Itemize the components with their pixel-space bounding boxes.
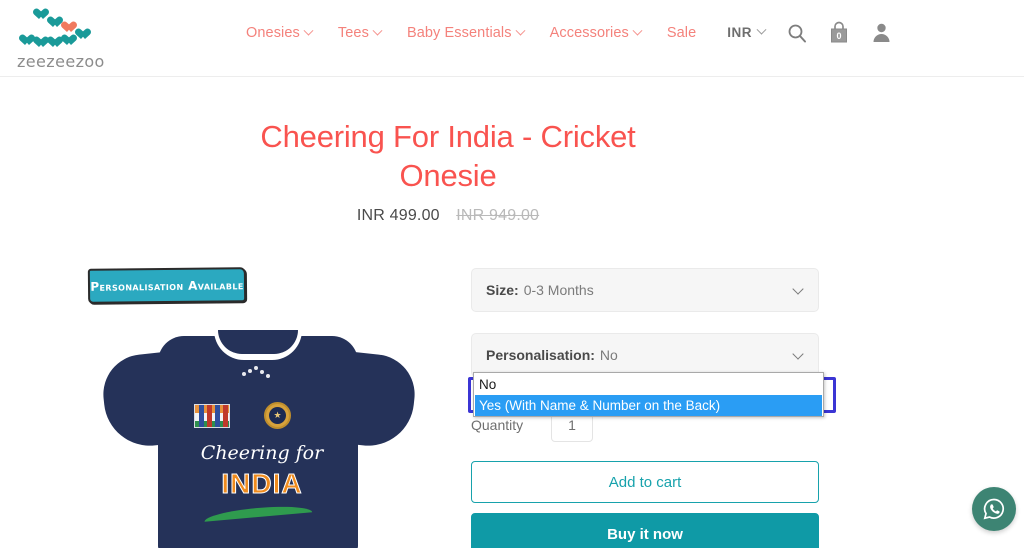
price-current: INR 499.00	[356, 207, 440, 224]
nav-label: Onesies	[246, 25, 300, 41]
collar-inner	[218, 330, 298, 354]
chevron-down-icon	[303, 25, 314, 36]
product-form: Size: 0-3 Months Personalisation: No No …	[468, 268, 836, 548]
onesie-illustration: ★ Cheering for INDIA	[64, 310, 454, 548]
personalisation-option-list[interactable]: No Yes (With Name & Number on the Back)	[473, 372, 824, 417]
option-no[interactable]: No	[475, 374, 822, 395]
search-icon[interactable]	[787, 23, 807, 43]
chevron-down-icon	[792, 348, 804, 360]
size-select-value: 0-3 Months	[523, 282, 594, 298]
price-row: INR 499.00 INR 949.00	[212, 207, 684, 225]
product-page: zeezeezoo Onesies Tees Baby Essentials A…	[0, 0, 1024, 548]
page-title: Cheering For India - Cricket Onesie	[260, 119, 636, 193]
quantity-label: Quantity	[471, 417, 524, 433]
nav-item-onesies[interactable]: Onesies	[246, 25, 314, 41]
chevron-down-icon	[792, 283, 804, 295]
product-image[interactable]: Personalisation Available ★ Cheering for…	[64, 252, 454, 548]
add-to-cart-button[interactable]: Add to cart	[471, 461, 819, 503]
nav-item-sale[interactable]: Sale	[667, 25, 696, 41]
nav-label: Accessories	[549, 25, 629, 41]
site-header: zeezeezoo Onesies Tees Baby Essentials A…	[0, 0, 1024, 77]
tee-india-text: INDIA	[221, 468, 303, 500]
nav-label: Tees	[337, 25, 369, 41]
hearts-logo-icon	[14, 6, 106, 52]
nav-item-baby-essentials[interactable]: Baby Essentials	[406, 25, 526, 41]
currency-selector[interactable]: INR	[727, 24, 767, 40]
currency-label: INR	[727, 25, 752, 40]
nav-item-tees[interactable]: Tees	[337, 25, 383, 41]
buy-it-now-button[interactable]: Buy it now	[471, 513, 819, 548]
main-navigation: Onesies Tees Baby Essentials Accessories…	[246, 25, 696, 41]
nav-label: Sale	[666, 25, 697, 41]
tee-script-text: Cheering for	[200, 442, 324, 464]
personalisation-select-value: No	[599, 347, 618, 363]
option-yes-with-name-number[interactable]: Yes (With Name & Number on the Back)	[475, 395, 822, 416]
site-logo[interactable]: zeezeezoo	[14, 6, 106, 72]
personalisation-select-label: Personalisation:	[486, 347, 595, 363]
nav-label: Baby Essentials	[406, 25, 512, 41]
header-actions: INR 0	[727, 21, 892, 44]
account-person-icon[interactable]	[871, 22, 892, 43]
size-select-label: Size:	[486, 282, 519, 298]
chevron-down-icon	[372, 25, 383, 36]
logo-wordmark: zeezeezoo	[17, 52, 105, 71]
personalisation-select[interactable]: Personalisation: No	[471, 333, 819, 377]
cricket-board-emblem-icon: ★	[264, 402, 291, 429]
chevron-down-icon	[515, 25, 526, 36]
chevron-down-icon	[632, 25, 643, 36]
personalisation-badge: Personalisation Available	[87, 267, 247, 304]
chevron-down-icon	[756, 24, 767, 35]
flag-patch-icon	[194, 404, 230, 428]
size-select[interactable]: Size: 0-3 Months	[471, 268, 819, 312]
personalisation-badge-label: Personalisation Available	[90, 277, 244, 294]
whatsapp-icon[interactable]	[972, 487, 1016, 531]
chest-dots-icon	[242, 364, 270, 380]
price-compare-at: INR 949.00	[456, 207, 540, 224]
nav-item-accessories[interactable]: Accessories	[549, 25, 643, 41]
cart-bag-icon[interactable]: 0	[829, 21, 849, 44]
cart-count-badge: 0	[836, 31, 842, 41]
